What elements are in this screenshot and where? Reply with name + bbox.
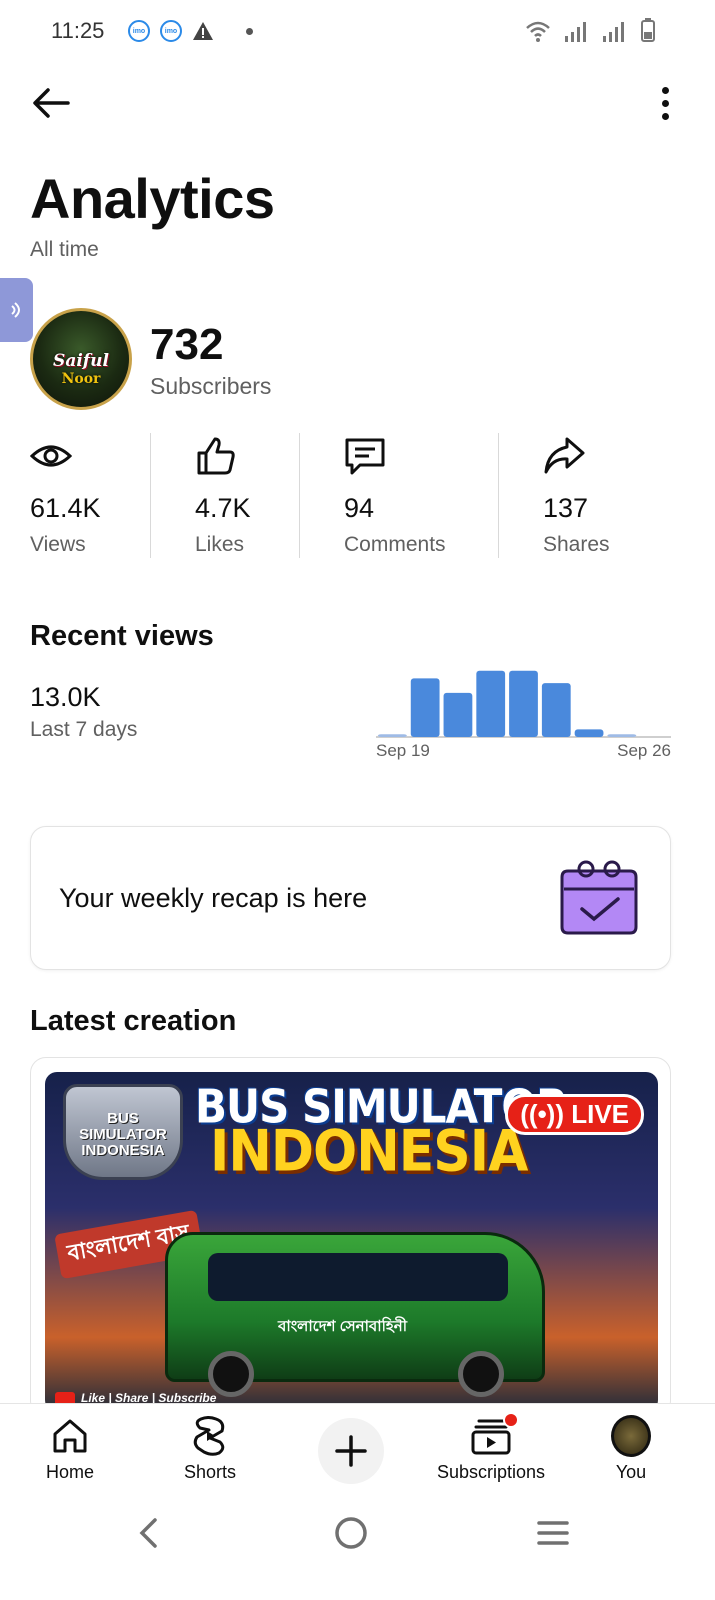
recent-views-chart[interactable] — [376, 665, 671, 740]
live-badge: ((•)) LIVE — [505, 1094, 644, 1135]
notification-dot — [503, 1412, 519, 1428]
chart-bar[interactable] — [410, 678, 440, 737]
status-time: 11:25 — [51, 18, 105, 43]
system-recents-button[interactable] — [528, 1513, 578, 1553]
bus-text: বাংলাদেশ সেনাবাহিনী — [278, 1318, 408, 1335]
battery-icon — [641, 18, 655, 42]
chart-bar[interactable] — [509, 670, 538, 737]
stat-value: 94 — [344, 493, 375, 523]
shorts-icon — [190, 1416, 230, 1456]
comment-icon — [345, 438, 385, 475]
signal-icon — [565, 22, 586, 42]
warning-icon — [193, 22, 213, 40]
signal-icon — [603, 22, 624, 42]
chart-bar[interactable] — [607, 734, 637, 737]
subscriber-count: 732 — [150, 320, 224, 369]
avatar-text: Noor — [61, 371, 101, 387]
chart-axis-end: Sep 26 — [617, 741, 671, 760]
avatar — [611, 1415, 651, 1457]
nav-label: Subscriptions — [436, 1462, 546, 1482]
back-nav-icon — [139, 1518, 157, 1548]
avatar-text: Saiful — [53, 351, 109, 371]
calendar-check-icon — [560, 860, 638, 935]
thumbs-up-icon — [197, 437, 235, 475]
divider — [498, 433, 499, 558]
back-button[interactable] — [30, 84, 72, 122]
chart-bar[interactable] — [378, 734, 407, 737]
latest-creation-card[interactable]: BUS SIMULATOR INDONESIA BUS SIMULATOR IN… — [30, 1057, 671, 1417]
nav-you[interactable]: You — [596, 1404, 666, 1496]
home-nav-icon — [335, 1517, 367, 1549]
wheel — [208, 1351, 254, 1397]
subscriber-label: Subscribers — [150, 373, 272, 399]
stat-value: 4.7K — [195, 493, 251, 523]
latest-creation-heading: Latest creation — [30, 1005, 237, 1037]
eye-icon — [30, 445, 72, 467]
more-options-button[interactable] — [655, 84, 675, 122]
chart-bar[interactable] — [476, 670, 506, 737]
nav-label: You — [615, 1462, 647, 1482]
bottom-navigation: Home Shorts Subscriptions You — [0, 1403, 715, 1495]
video-thumbnail[interactable]: BUS SIMULATOR INDONESIA BUS SIMULATOR IN… — [45, 1072, 658, 1412]
system-home-button[interactable] — [326, 1513, 376, 1553]
imo-icon: imo — [160, 20, 182, 42]
stat-value: 61.4K — [30, 493, 101, 523]
channel-avatar[interactable]: Saiful Noor — [30, 308, 132, 410]
create-button[interactable] — [318, 1418, 384, 1484]
recents-nav-icon — [537, 1521, 569, 1545]
more-vert-icon — [661, 86, 669, 94]
chart-axis-start: Sep 19 — [376, 741, 430, 760]
share-icon — [544, 437, 585, 474]
nav-home[interactable]: Home — [30, 1404, 110, 1496]
nav-label: Shorts — [183, 1462, 237, 1482]
wifi-icon — [526, 21, 550, 42]
recap-text: Your weekly recap is here — [59, 883, 368, 913]
stat-label: Comments — [344, 533, 446, 556]
wheel — [458, 1351, 504, 1397]
chart-bar[interactable] — [541, 683, 571, 737]
bus-illustration: বাংলাদেশ সেনাবাহিনী — [165, 1232, 545, 1397]
status-bar: 11:25 imo imo — [0, 0, 715, 62]
create-plus-icon — [335, 1435, 367, 1467]
stat-label: Likes — [195, 533, 245, 556]
stats-row: 61.4K Views 4.7K Likes 94 Comments 137 S… — [30, 433, 685, 558]
stat-label: Shares — [543, 533, 610, 556]
weekly-recap-card[interactable]: Your weekly recap is here — [30, 826, 671, 970]
sound-icon — [10, 302, 20, 318]
chart-bar[interactable] — [443, 692, 473, 737]
nav-shorts[interactable]: Shorts — [170, 1404, 250, 1496]
dot-icon — [246, 27, 253, 35]
page-subtitle: All time — [30, 238, 99, 261]
recent-views-value: 13.0K — [30, 682, 101, 712]
home-icon — [50, 1416, 90, 1456]
divider — [150, 433, 151, 558]
nav-label: Home — [45, 1462, 94, 1482]
imo-icon: imo — [128, 20, 150, 42]
recent-views-period: Last 7 days — [30, 718, 138, 741]
stat-label: Views — [30, 533, 86, 556]
page-title: Analytics — [30, 167, 275, 230]
subscriptions-icon — [471, 1412, 519, 1456]
nav-subscriptions[interactable]: Subscriptions — [430, 1404, 552, 1496]
thumbnail-title: INDONESIA — [210, 1119, 528, 1185]
badge-text: BUS SIMULATOR INDONESIA — [79, 1110, 167, 1159]
stat-value: 137 — [543, 493, 589, 523]
divider — [299, 433, 300, 558]
game-logo-badge: BUS SIMULATOR INDONESIA — [63, 1084, 183, 1180]
system-back-button[interactable] — [124, 1513, 174, 1553]
recent-views-heading: Recent views — [30, 620, 214, 652]
system-navigation — [0, 1495, 715, 1600]
side-floating-tab[interactable] — [0, 278, 33, 342]
chart-bar[interactable] — [574, 729, 604, 737]
arrow-left-icon — [33, 88, 70, 118]
